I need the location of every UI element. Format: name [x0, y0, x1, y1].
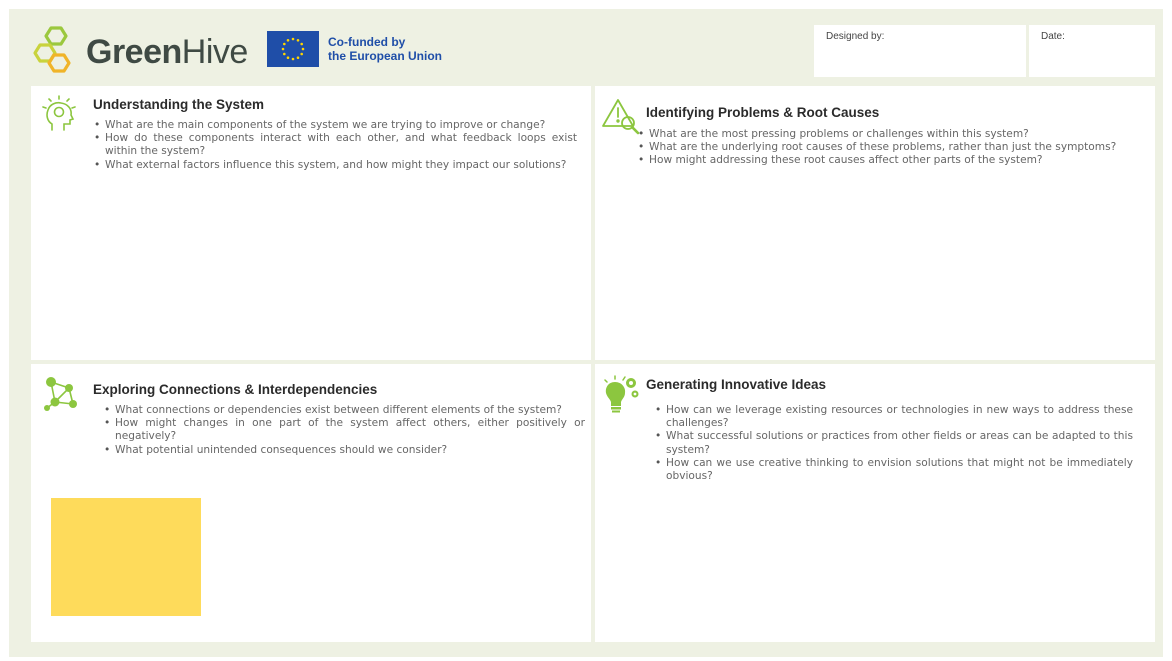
panel-identifying-problems[interactable]: Identifying Problems & Root Causes What …	[595, 86, 1155, 360]
question-item: What successful solutions or practices f…	[654, 430, 1133, 456]
section-title: Generating Innovative Ideas	[646, 377, 827, 392]
greenhive-logo-icon	[33, 26, 71, 73]
question-list: What are the main components of the syst…	[93, 119, 577, 172]
network-nodes-icon	[44, 377, 77, 411]
question-item: How can we use creative thinking to envi…	[654, 457, 1133, 483]
header: GreenHive Co-funded by the European Unio…	[9, 9, 1163, 89]
canvas-board: GreenHive Co-funded by the European Unio…	[9, 9, 1163, 657]
question-list: What are the most pressing problems or c…	[637, 128, 1133, 168]
section-title: Exploring Connections & Interdependencie…	[93, 382, 378, 397]
question-item: What are the underlying root causes of t…	[637, 141, 1133, 154]
head-lightbulb-icon	[42, 95, 76, 131]
question-item: What are the main components of the syst…	[93, 119, 577, 132]
question-item: What are the most pressing problems or c…	[637, 128, 1133, 141]
section-title: Understanding the System	[93, 97, 265, 112]
designed-by-label: Designed by:	[826, 31, 885, 42]
question-list: How can we leverage existing resources o…	[654, 404, 1133, 483]
panel-understanding-system[interactable]: Understanding the System What are the ma…	[31, 86, 591, 360]
question-item: How can we leverage existing resources o…	[654, 404, 1133, 430]
eu-flag-icon	[267, 31, 319, 67]
question-list: What connections or dependencies exist b…	[103, 404, 585, 457]
date-field[interactable]: Date:	[1029, 25, 1155, 77]
section-title: Identifying Problems & Root Causes	[646, 105, 880, 120]
brand-name: GreenHive	[86, 33, 248, 71]
question-item: What connections or dependencies exist b…	[103, 404, 585, 417]
question-item: What external factors influence this sys…	[93, 159, 577, 172]
date-label: Date:	[1041, 31, 1065, 42]
question-item: How might changes in one part of the sys…	[103, 417, 585, 443]
eu-line-1: Co-funded by	[328, 35, 406, 49]
warning-magnifier-icon	[602, 99, 640, 135]
lightbulb-gears-icon	[604, 375, 639, 413]
panel-generating-ideas[interactable]: Generating Innovative Ideas How can we l…	[595, 364, 1155, 642]
question-item: How do these components interact with ea…	[93, 132, 577, 158]
sticky-note[interactable]	[51, 498, 201, 616]
designed-by-field[interactable]: Designed by:	[814, 25, 1026, 77]
eu-line-2: the European Union	[328, 49, 442, 63]
eu-cofunded-text: Co-funded by the European Union	[328, 35, 442, 63]
question-item: What potential unintended consequences s…	[103, 444, 585, 457]
question-item: How might addressing these root causes a…	[637, 154, 1133, 167]
